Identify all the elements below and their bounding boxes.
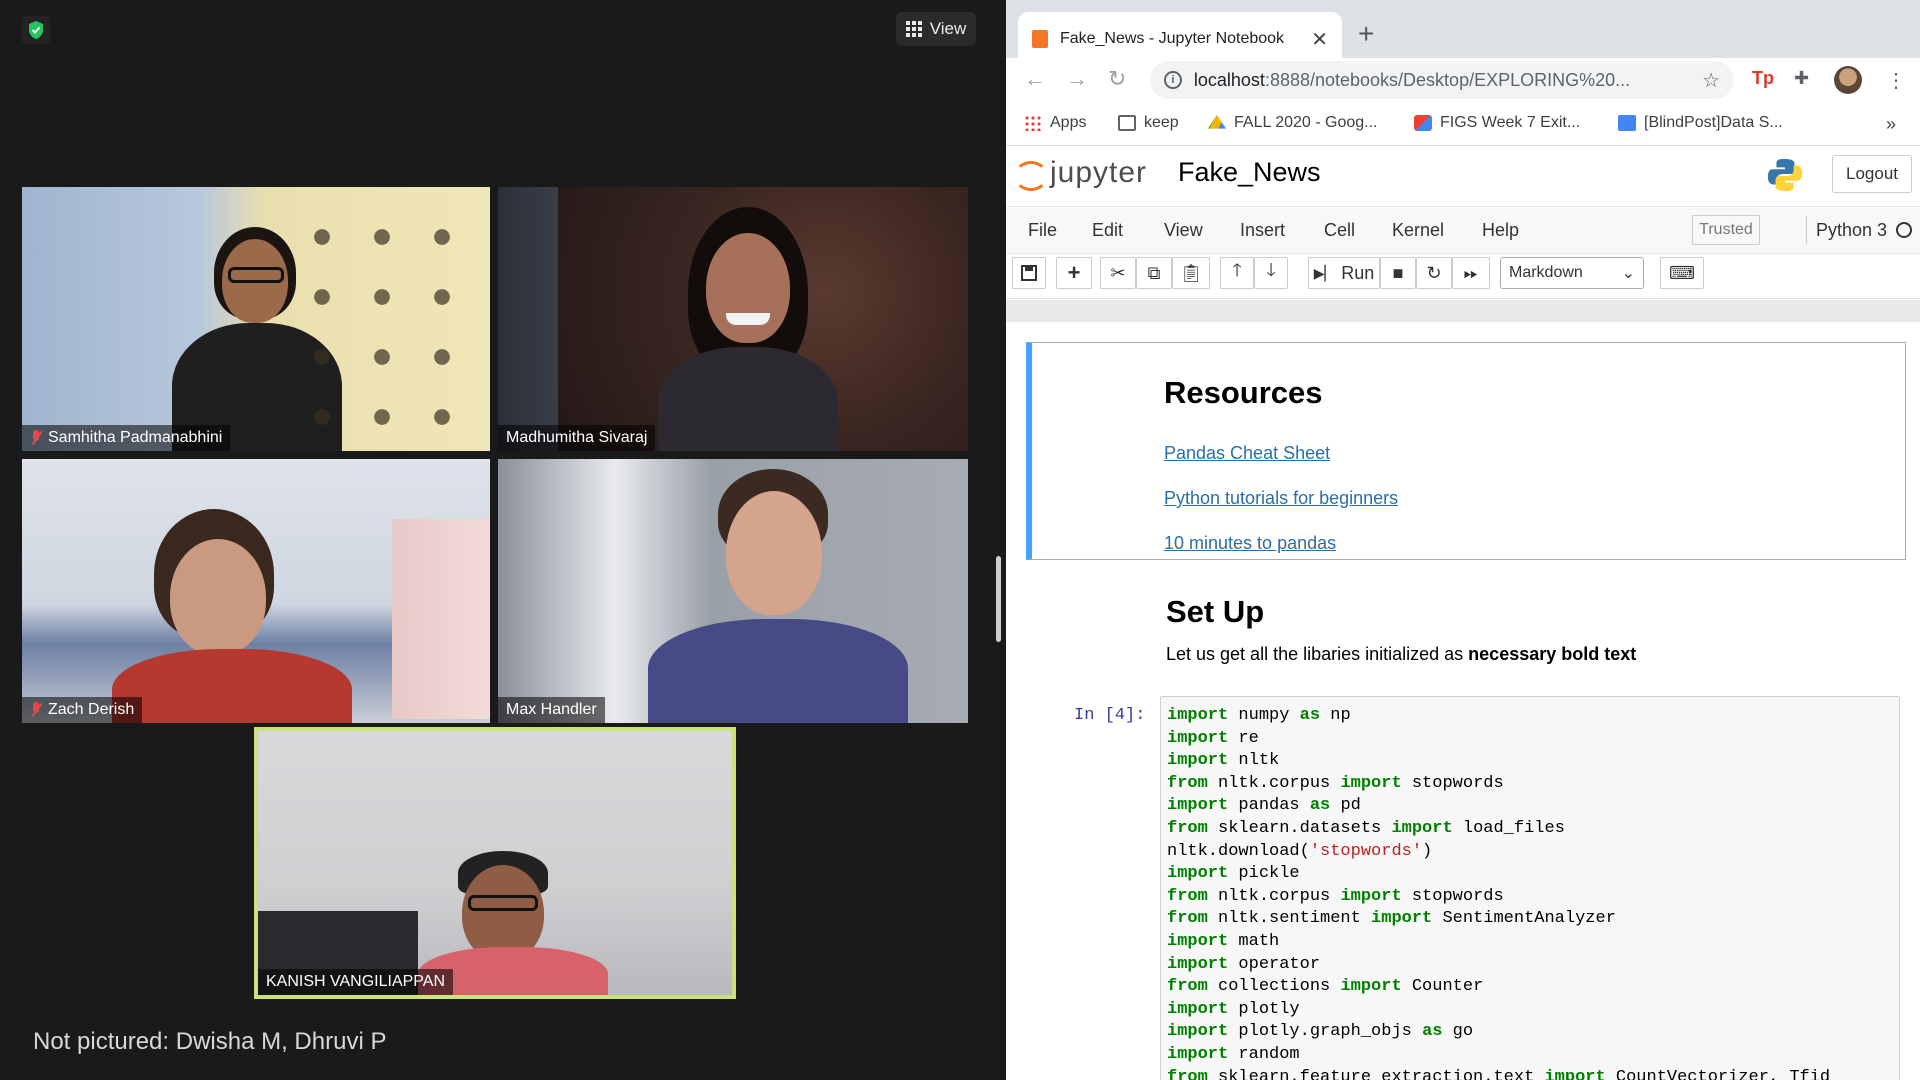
run-button[interactable]: ▶︎▏ Run: [1308, 257, 1380, 289]
not-pictured-caption: Not pictured: Dwisha M, Dhruvi P: [33, 1028, 387, 1055]
chevron-down-icon: ⌄: [1621, 265, 1635, 282]
browser-toolbar: ← → ↻ i localhost:8888/notebooks/Desktop…: [1006, 58, 1920, 102]
menu-help[interactable]: Help: [1482, 220, 1519, 241]
bookmark-keep[interactable]: keep: [1118, 114, 1179, 132]
folder-icon: [1118, 115, 1136, 131]
move-down-arrow-icon[interactable]: 🡓: [1254, 257, 1288, 289]
menu-kernel[interactable]: Kernel: [1392, 220, 1444, 241]
jupyter-favicon-icon: [1032, 30, 1048, 48]
zoom-window: View Samhitha Padmanabhini Madhumitha Si…: [0, 0, 990, 1080]
python-logo-icon: [1767, 158, 1803, 192]
bookmark-fall-2020[interactable]: FALL 2020 - Goog...: [1208, 114, 1378, 132]
link-10-minutes-to-pandas[interactable]: 10 minutes to pandas: [1164, 533, 1336, 554]
menu-file[interactable]: File: [1028, 220, 1057, 241]
mic-muted-icon: [30, 702, 42, 718]
menu-cell[interactable]: Cell: [1324, 220, 1355, 241]
browser-window: Fake_News - Jupyter Notebook ✕ + ← → ↻ i…: [1006, 0, 1920, 1080]
window-divider: [990, 0, 1006, 1080]
close-tab-icon[interactable]: ✕: [1311, 27, 1328, 52]
cell-type-select[interactable]: Markdown ⌄: [1500, 257, 1644, 289]
view-layout-button[interactable]: View: [896, 12, 976, 46]
participant-figure: [112, 509, 352, 723]
bookmarks-overflow-button[interactable]: »: [1886, 114, 1896, 135]
participant-name-tag: Max Handler: [498, 697, 605, 723]
figs-icon: [1414, 115, 1432, 131]
back-arrow-icon[interactable]: ←: [1024, 66, 1046, 92]
participant-name-tag: Samhitha Padmanabhini: [22, 425, 231, 451]
google-drive-icon: [1208, 115, 1226, 129]
notebook-top-gutter: [1006, 300, 1920, 322]
tab-strip: Fake_News - Jupyter Notebook ✕ +: [1006, 0, 1920, 66]
save-icon[interactable]: [1012, 257, 1046, 289]
menu-edit[interactable]: Edit: [1092, 220, 1123, 241]
new-tab-button[interactable]: +: [1358, 18, 1374, 50]
restart-icon[interactable]: ↻: [1416, 257, 1452, 289]
setup-heading: Set Up: [1166, 594, 1265, 629]
extensions-puzzle-icon[interactable]: ✚: [1794, 68, 1809, 89]
bookmark-apps[interactable]: Apps: [1024, 114, 1086, 132]
bookmark-blindpost[interactable]: [BlindPost]Data S...: [1618, 114, 1783, 132]
command-palette-keyboard-icon[interactable]: ⌨: [1660, 257, 1704, 289]
bookmark-figs-week-7[interactable]: FIGS Week 7 Exit...: [1414, 114, 1580, 132]
forward-arrow-icon[interactable]: →: [1066, 66, 1088, 92]
video-tile-max[interactable]: Max Handler: [498, 459, 968, 723]
interrupt-stop-icon[interactable]: ■: [1380, 257, 1416, 289]
resize-handle[interactable]: [996, 556, 1001, 642]
tp-extension-icon[interactable]: Tp: [1752, 68, 1774, 89]
participant-figure: [648, 469, 908, 723]
notebook-name[interactable]: Fake_News: [1178, 157, 1321, 188]
video-tile-kanish-active-speaker[interactable]: KANISH VANGILIAPPAN: [254, 727, 736, 999]
jupyter-logo[interactable]: jupyter: [1014, 155, 1147, 191]
tab-title: Fake_News - Jupyter Notebook: [1059, 30, 1285, 47]
kernel-name[interactable]: Python 3: [1816, 220, 1887, 241]
setup-description: Let us get all the libaries initialized …: [1166, 644, 1637, 664]
google-docs-icon: [1618, 115, 1636, 131]
code-cell-prompt: In [4]:: [1074, 706, 1146, 725]
move-up-arrow-icon[interactable]: 🡑: [1220, 257, 1254, 289]
selected-markdown-cell[interactable]: Resources Pandas Cheat Sheet Python tuto…: [1026, 342, 1906, 560]
logout-button[interactable]: Logout: [1832, 155, 1912, 193]
encryption-shield-icon[interactable]: [22, 16, 50, 44]
wallpaper-pattern: [292, 207, 472, 437]
step-forward-icon: ▶︎▏: [1313, 264, 1336, 281]
video-tile-samhitha[interactable]: Samhitha Padmanabhini: [22, 187, 490, 451]
video-tile-zach[interactable]: Zach Derish: [22, 459, 490, 723]
trusted-badge[interactable]: Trusted: [1692, 215, 1760, 245]
jupyter-toolbar: + ✂ ⧉ 📋︎ 🡑 🡓 ▶︎▏ Run ■ ↻ ⏩︎ Markdown ⌄ ⌨: [1006, 255, 1920, 299]
site-info-icon[interactable]: i: [1164, 71, 1182, 89]
view-label: View: [929, 19, 967, 38]
cut-scissors-icon[interactable]: ✂: [1100, 257, 1136, 289]
url-text: localhost:8888/notebooks/Desktop/EXPLORI…: [1193, 69, 1631, 90]
jupyter-logo-icon: [1014, 155, 1048, 191]
mic-muted-icon: [30, 430, 42, 446]
browser-menu-icon[interactable]: ⋮: [1886, 68, 1906, 93]
jupyter-header: jupyter Fake_News Logout: [1006, 147, 1920, 207]
restart-run-all-icon[interactable]: ⏩︎: [1452, 257, 1490, 289]
link-python-tutorials[interactable]: Python tutorials for beginners: [1164, 488, 1398, 509]
kernel-separator: [1806, 216, 1807, 244]
reload-icon[interactable]: ↻: [1108, 66, 1126, 92]
menu-insert[interactable]: Insert: [1240, 220, 1285, 241]
code-cell-editor[interactable]: import numpy as np import re import nltk…: [1160, 696, 1900, 1080]
jupyter-menubar: File Edit View Insert Cell Kernel Help T…: [1006, 208, 1920, 254]
notebook-container: Resources Pandas Cheat Sheet Python tuto…: [1006, 322, 1920, 1080]
insert-cell-plus-icon[interactable]: +: [1056, 257, 1092, 289]
video-tile-madhumitha[interactable]: Madhumitha Sivaraj: [498, 187, 968, 451]
bookmark-star-icon[interactable]: ☆: [1702, 68, 1720, 93]
bookmarks-bar: Apps keep FALL 2020 - Goog... FIGS Week …: [1006, 104, 1920, 146]
address-bar[interactable]: i localhost:8888/notebooks/Desktop/EXPLO…: [1150, 61, 1734, 99]
menu-view[interactable]: View: [1164, 220, 1203, 241]
participant-name-tag: Zach Derish: [22, 697, 143, 723]
kernel-idle-indicator-icon: [1896, 222, 1912, 238]
grid-view-icon: [905, 21, 922, 37]
participant-name-tag: Madhumitha Sivaraj: [498, 425, 656, 451]
apps-grid-icon: [1024, 115, 1042, 131]
resources-heading: Resources: [1164, 375, 1323, 410]
profile-avatar[interactable]: [1834, 66, 1862, 94]
paste-icon[interactable]: 📋︎: [1172, 257, 1210, 289]
participant-name-tag: KANISH VANGILIAPPAN: [258, 969, 454, 995]
copy-icon[interactable]: ⧉: [1136, 257, 1172, 289]
participant-figure: [648, 207, 848, 451]
link-pandas-cheat-sheet[interactable]: Pandas Cheat Sheet: [1164, 443, 1330, 464]
